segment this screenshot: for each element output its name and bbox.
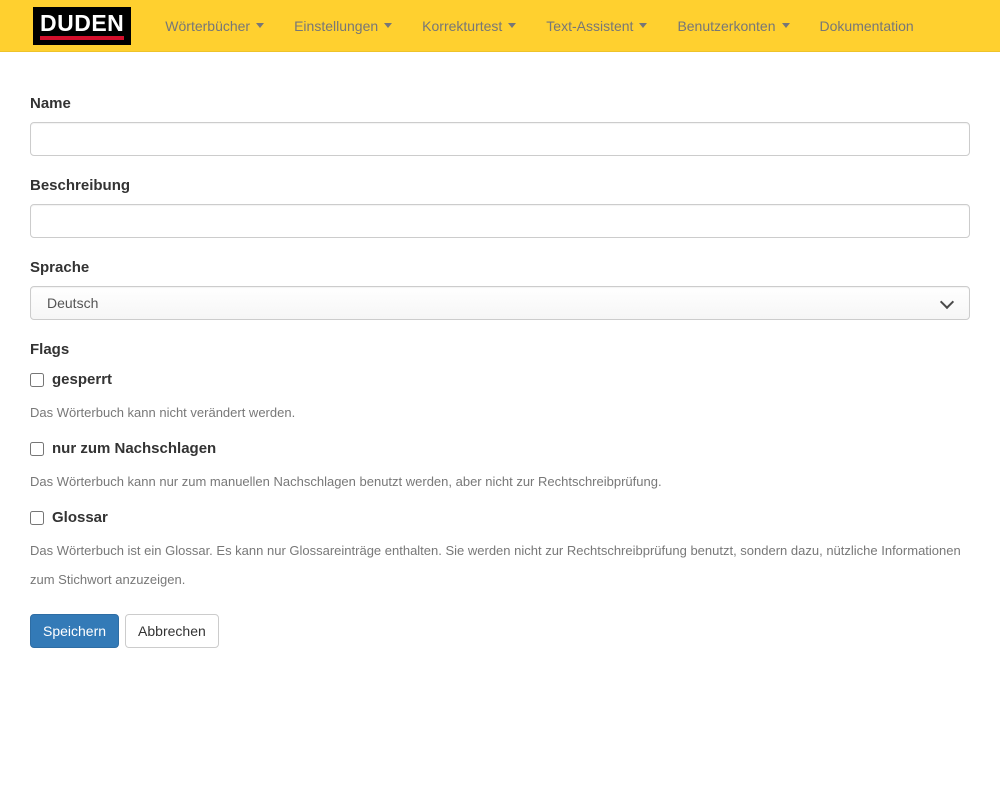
cancel-button[interactable]: Abbrechen <box>125 614 219 648</box>
navbar: DUDEN Wörterbücher Einstellungen Korrekt… <box>0 0 1000 52</box>
gesperrt-label: gesperrt <box>52 371 113 388</box>
glossar-checkbox[interactable] <box>30 511 44 525</box>
nav-item-label: Wörterbücher <box>165 17 251 34</box>
gesperrt-checkbox[interactable] <box>30 373 44 387</box>
beschreibung-label: Beschreibung <box>30 177 131 194</box>
form-actions: Speichern Abbrechen <box>30 614 970 648</box>
glossar-help-text: Das Wörterbuch ist ein Glossar. Es kann … <box>30 543 961 587</box>
nav-item-label: Benutzerkonten <box>677 17 776 34</box>
flags-group: Flags gesperrt Das Wörterbuch kann nicht… <box>30 340 970 594</box>
nav-item-label: Korrekturtest <box>422 17 503 34</box>
nav-item-label: Dokumentation <box>819 17 914 34</box>
dictionary-edit-form: Name Beschreibung Sprache Deutsch Flags … <box>0 52 1000 688</box>
nav-item-woerterbuecher[interactable]: Wörterbücher <box>150 1 279 51</box>
flag-item-gesperrt: gesperrt Das Wörterbuch kann nicht verän… <box>30 370 970 427</box>
caret-down-icon <box>384 23 393 28</box>
caret-down-icon <box>639 23 648 28</box>
sprache-select-wrap: Deutsch <box>30 286 970 320</box>
nachschlagen-help-text: Das Wörterbuch kann nur zum manuellen Na… <box>30 474 662 489</box>
caret-down-icon <box>256 23 265 28</box>
gesperrt-help-text: Das Wörterbuch kann nicht verändert werd… <box>30 405 296 420</box>
caret-down-icon <box>781 23 790 28</box>
name-label: Name <box>30 95 71 112</box>
nur-zum-nachschlagen-checkbox[interactable] <box>30 442 44 456</box>
brand-logo[interactable]: DUDEN <box>33 6 132 45</box>
beschreibung-field-group: Beschreibung <box>30 176 970 238</box>
caret-down-icon <box>508 23 517 28</box>
flag-gesperrt-row[interactable]: gesperrt <box>30 370 970 390</box>
nav-item-text-assistent[interactable]: Text-Assistent <box>531 1 662 51</box>
glossar-label: Glossar <box>52 509 108 526</box>
nav-item-einstellungen[interactable]: Einstellungen <box>279 1 407 51</box>
flag-item-nachschlagen: nur zum Nachschlagen Das Wörterbuch kann… <box>30 439 970 496</box>
name-field-group: Name <box>30 94 970 156</box>
brand-text: DUDEN <box>40 11 125 40</box>
nav-item-korrekturtest[interactable]: Korrekturtest <box>407 1 531 51</box>
sprache-select[interactable]: Deutsch <box>30 286 970 320</box>
nav-item-dokumentation[interactable]: Dokumentation <box>805 1 929 51</box>
nav-item-label: Text-Assistent <box>546 17 634 34</box>
flag-nachschlagen-row[interactable]: nur zum Nachschlagen <box>30 439 970 459</box>
flag-item-glossar: Glossar Das Wörterbuch ist ein Glossar. … <box>30 508 970 594</box>
name-input[interactable] <box>30 122 970 156</box>
flags-label: Flags <box>30 341 70 358</box>
sprache-label: Sprache <box>30 259 90 276</box>
flag-glossar-row[interactable]: Glossar <box>30 508 970 528</box>
beschreibung-input[interactable] <box>30 204 970 238</box>
main-menu: Wörterbücher Einstellungen Korrekturtest… <box>150 1 928 51</box>
nav-item-label: Einstellungen <box>294 17 379 34</box>
nav-item-benutzerkonten[interactable]: Benutzerkonten <box>662 1 804 51</box>
nur-zum-nachschlagen-label: nur zum Nachschlagen <box>52 440 217 457</box>
save-button[interactable]: Speichern <box>30 614 120 648</box>
sprache-field-group: Sprache Deutsch <box>30 258 970 320</box>
